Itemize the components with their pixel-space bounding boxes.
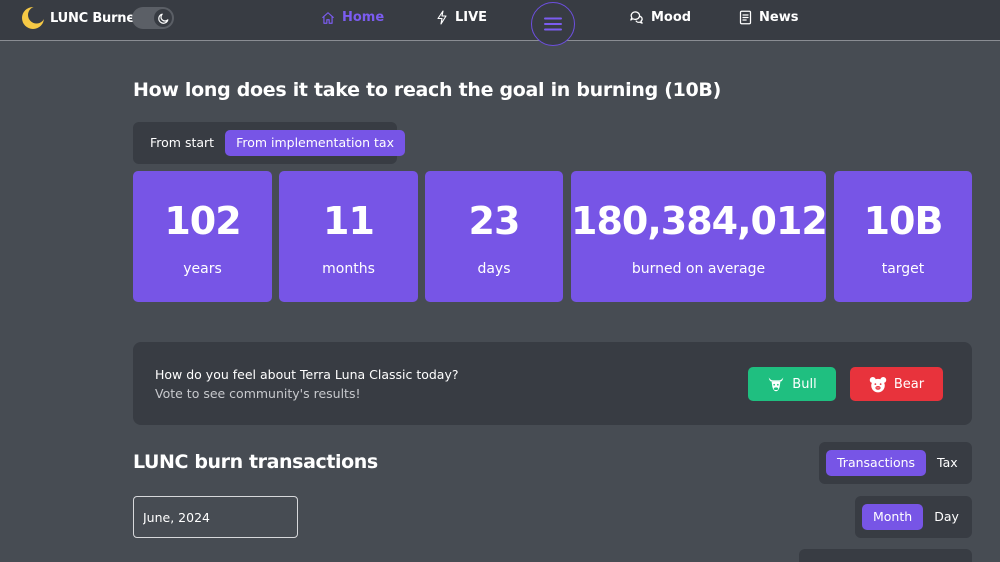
stat-label: years	[183, 261, 222, 277]
nav-news[interactable]: News	[739, 10, 798, 25]
toggle-transactions[interactable]: Transactions	[826, 450, 927, 476]
brand[interactable]: LUNC Burner	[22, 7, 141, 29]
stat-value: 23	[468, 199, 521, 243]
bull-head-icon	[769, 377, 784, 392]
moon-icon	[154, 9, 172, 27]
chat-bubbles-icon	[630, 11, 643, 24]
nav-live-label: LIVE	[455, 10, 488, 25]
nav-mood-label: Mood	[651, 10, 692, 25]
stat-card-days: 23 days	[425, 171, 563, 302]
stat-card-years: 102 years	[133, 171, 272, 302]
stat-value: 11	[323, 199, 375, 243]
toggle-from-start[interactable]: From start	[139, 130, 225, 156]
hamburger-menu-button[interactable]	[531, 2, 575, 46]
home-icon	[322, 11, 334, 24]
bear-vote-button[interactable]: Bear	[850, 367, 943, 401]
stat-value: 180,384,012	[571, 199, 828, 243]
stat-label: months	[322, 261, 375, 277]
stat-label: burned on average	[631, 261, 766, 277]
stat-label: days	[477, 261, 511, 277]
nav-live[interactable]: LIVE	[436, 10, 487, 25]
newspaper-icon	[739, 10, 752, 25]
nav-news-label: News	[759, 10, 799, 25]
toggle-month[interactable]: Month	[862, 504, 924, 530]
mood-vote-panel: How do you feel about Terra Luna Classic…	[133, 342, 972, 425]
month-picker-input[interactable]	[133, 496, 298, 538]
stat-card-months: 11 months	[279, 171, 418, 302]
nav-home[interactable]: Home	[321, 10, 384, 25]
hamburger-icon	[544, 17, 562, 31]
stat-card-target: 10B target	[834, 171, 972, 302]
nav-home-label: Home	[342, 10, 385, 25]
bear-head-icon	[869, 376, 887, 392]
stat-value: 10B	[863, 199, 944, 243]
theme-toggle[interactable]	[132, 7, 174, 29]
goal-range-toggle: From start From implementation tax	[133, 122, 405, 164]
transactions-title: LUNC burn transactions	[133, 451, 378, 473]
nav-mood[interactable]: Mood	[629, 10, 691, 25]
stat-card-burned-average: 180,384,012 burned on average	[571, 171, 828, 302]
transactions-type-toggle: Transactions Tax	[819, 442, 972, 484]
stat-label: target	[881, 261, 925, 277]
toggle-day[interactable]: Day	[923, 504, 970, 530]
stat-value: 102	[164, 199, 241, 243]
vote-hint: Vote to see community's results!	[155, 386, 361, 401]
lightning-icon	[437, 10, 447, 25]
top-navbar: LUNC Burner Home LIVE Mood News	[0, 0, 1000, 46]
bull-label: Bull	[792, 376, 817, 392]
bull-vote-button[interactable]: Bull	[748, 367, 836, 401]
period-toggle: Month Day	[855, 496, 972, 538]
bear-label: Bear	[893, 376, 925, 392]
brand-name: LUNC Burner	[50, 10, 142, 26]
toggle-tax[interactable]: Tax	[926, 450, 969, 476]
vote-question: How do you feel about Terra Luna Classic…	[155, 367, 459, 382]
toggle-from-implementation-tax[interactable]: From implementation tax	[225, 130, 405, 156]
lunc-logo-icon	[22, 7, 44, 29]
goal-headline: How long does it take to reach the goal …	[133, 79, 721, 101]
next-panel-edge	[799, 549, 972, 562]
